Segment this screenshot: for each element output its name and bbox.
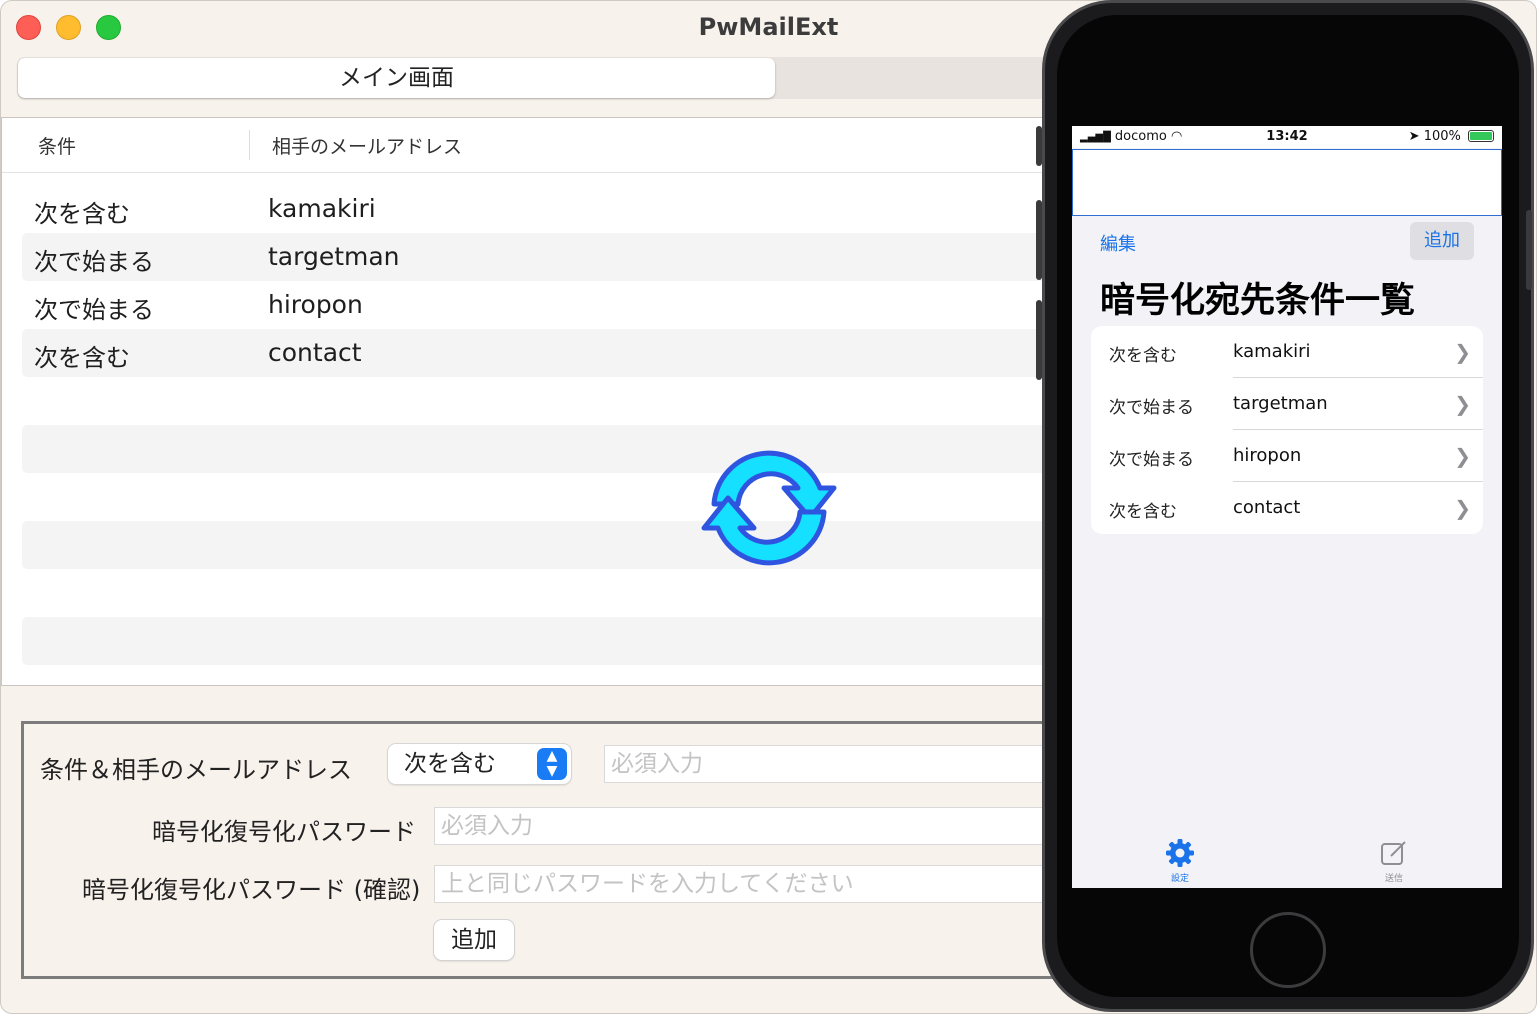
table-rows: 次を含む kamakiri 次で始まる targetman 次で始まる hiro… (22, 185, 1082, 665)
gear-icon (1166, 839, 1194, 867)
tab-send-label: 送信 (1384, 874, 1403, 884)
item-address: targetman (1233, 393, 1328, 414)
empty-row (22, 569, 1082, 617)
header-divider (249, 130, 250, 160)
list-item[interactable]: 次で始まる hiropon ❯ (1091, 430, 1483, 482)
item-address: contact (1233, 497, 1301, 518)
row-address: contact (268, 338, 362, 367)
chevron-updown-icon: ▲ ▼ (537, 748, 567, 780)
add-condition-form: 条件＆相手のメールアドレス 次を含む ▲ ▼ 必須入力 暗号化復号化パスワード 必… (21, 721, 1091, 979)
location-icon: ➤ (1408, 129, 1420, 144)
empty-row (22, 617, 1082, 665)
password-confirm-label: 暗号化復号化パスワード (確認) (82, 876, 421, 904)
battery-percent: 100% (1423, 129, 1461, 144)
item-address: hiropon (1233, 445, 1302, 466)
header-condition[interactable]: 条件 (38, 132, 76, 159)
edit-button[interactable]: 編集 (1100, 230, 1136, 256)
empty-row (22, 473, 1082, 521)
volume-down-button (1036, 300, 1042, 380)
row-condition: 次で始まる (34, 296, 154, 324)
home-button[interactable] (1250, 912, 1326, 988)
tab-settings-label: 設定 (1170, 874, 1189, 884)
tab-bar: 設定 送信 (1072, 830, 1502, 888)
list-item[interactable]: 次を含む contact ❯ (1091, 482, 1483, 534)
header-address[interactable]: 相手のメールアドレス (272, 132, 462, 159)
item-address: kamakiri (1233, 341, 1311, 362)
iphone-screen: ▂▄▆█ docomo ◠ 13:42 ➤ 100% 編集 追加 暗号化宛先条件… (1072, 126, 1502, 888)
item-condition: 次を含む (1109, 346, 1177, 366)
row-address: kamakiri (268, 194, 376, 223)
chevron-right-icon: ❯ (1454, 444, 1471, 468)
condition-address-label: 条件＆相手のメールアドレス (40, 756, 352, 784)
table-row[interactable]: 次で始まる hiropon (22, 281, 1082, 329)
item-condition: 次で始まる (1109, 398, 1194, 418)
battery-icon (1468, 130, 1494, 142)
empty-row (22, 377, 1082, 425)
table-row[interactable]: 次で始まる targetman (22, 233, 1082, 281)
compose-icon (1381, 841, 1406, 865)
row-address: targetman (268, 242, 400, 271)
list-item[interactable]: 次を含む kamakiri ❯ (1091, 326, 1483, 378)
address-input[interactable]: 必須入力 (604, 745, 1074, 783)
empty-text-field[interactable] (1072, 149, 1502, 216)
item-condition: 次で始まる (1109, 450, 1194, 470)
row-condition: 次を含む (34, 344, 130, 372)
add-button[interactable]: 追加 (434, 920, 514, 960)
password-input[interactable]: 必須入力 (434, 807, 1074, 845)
large-title: 暗号化宛先条件一覧 (1100, 281, 1416, 321)
table-header: 条件 相手のメールアドレス (2, 118, 1081, 173)
item-condition: 次を含む (1109, 502, 1177, 522)
power-button (1526, 210, 1532, 290)
status-bar: ▂▄▆█ docomo ◠ 13:42 ➤ 100% (1072, 126, 1502, 148)
tab-strip: メイン画面 (17, 57, 1097, 99)
tab-settings[interactable]: 設定 (1150, 838, 1210, 884)
condition-select[interactable]: 次を含む ▲ ▼ (388, 744, 571, 784)
password-confirm-input[interactable]: 上と同じパスワードを入力してください (434, 865, 1074, 903)
empty-row (22, 521, 1082, 569)
chevron-right-icon: ❯ (1454, 392, 1471, 416)
empty-row (22, 425, 1082, 473)
conditions-table: 条件 相手のメールアドレス 次を含む kamakiri 次で始まる target… (1, 117, 1082, 686)
add-button-ios[interactable]: 追加 (1410, 222, 1474, 260)
chevron-right-icon: ❯ (1454, 340, 1471, 364)
battery-status: ➤ 100% (1409, 129, 1494, 144)
sync-icon (701, 450, 837, 566)
list-item[interactable]: 次で始まる targetman ❯ (1091, 378, 1483, 430)
volume-up-button (1036, 200, 1042, 280)
conditions-list: 次を含む kamakiri ❯ 次で始まる targetman ❯ 次で始まる … (1091, 326, 1483, 534)
password-label: 暗号化復号化パスワード (152, 818, 416, 846)
table-row[interactable]: 次を含む contact (22, 329, 1082, 377)
condition-select-value: 次を含む (404, 751, 496, 777)
row-condition: 次を含む (34, 200, 130, 228)
row-address: hiropon (268, 290, 363, 319)
tab-main-screen[interactable]: メイン画面 (18, 58, 775, 98)
table-row[interactable]: 次を含む kamakiri (22, 185, 1082, 233)
mute-switch (1036, 126, 1042, 166)
row-condition: 次で始まる (34, 248, 154, 276)
chevron-right-icon: ❯ (1454, 496, 1471, 520)
tab-send[interactable]: 送信 (1364, 838, 1424, 884)
